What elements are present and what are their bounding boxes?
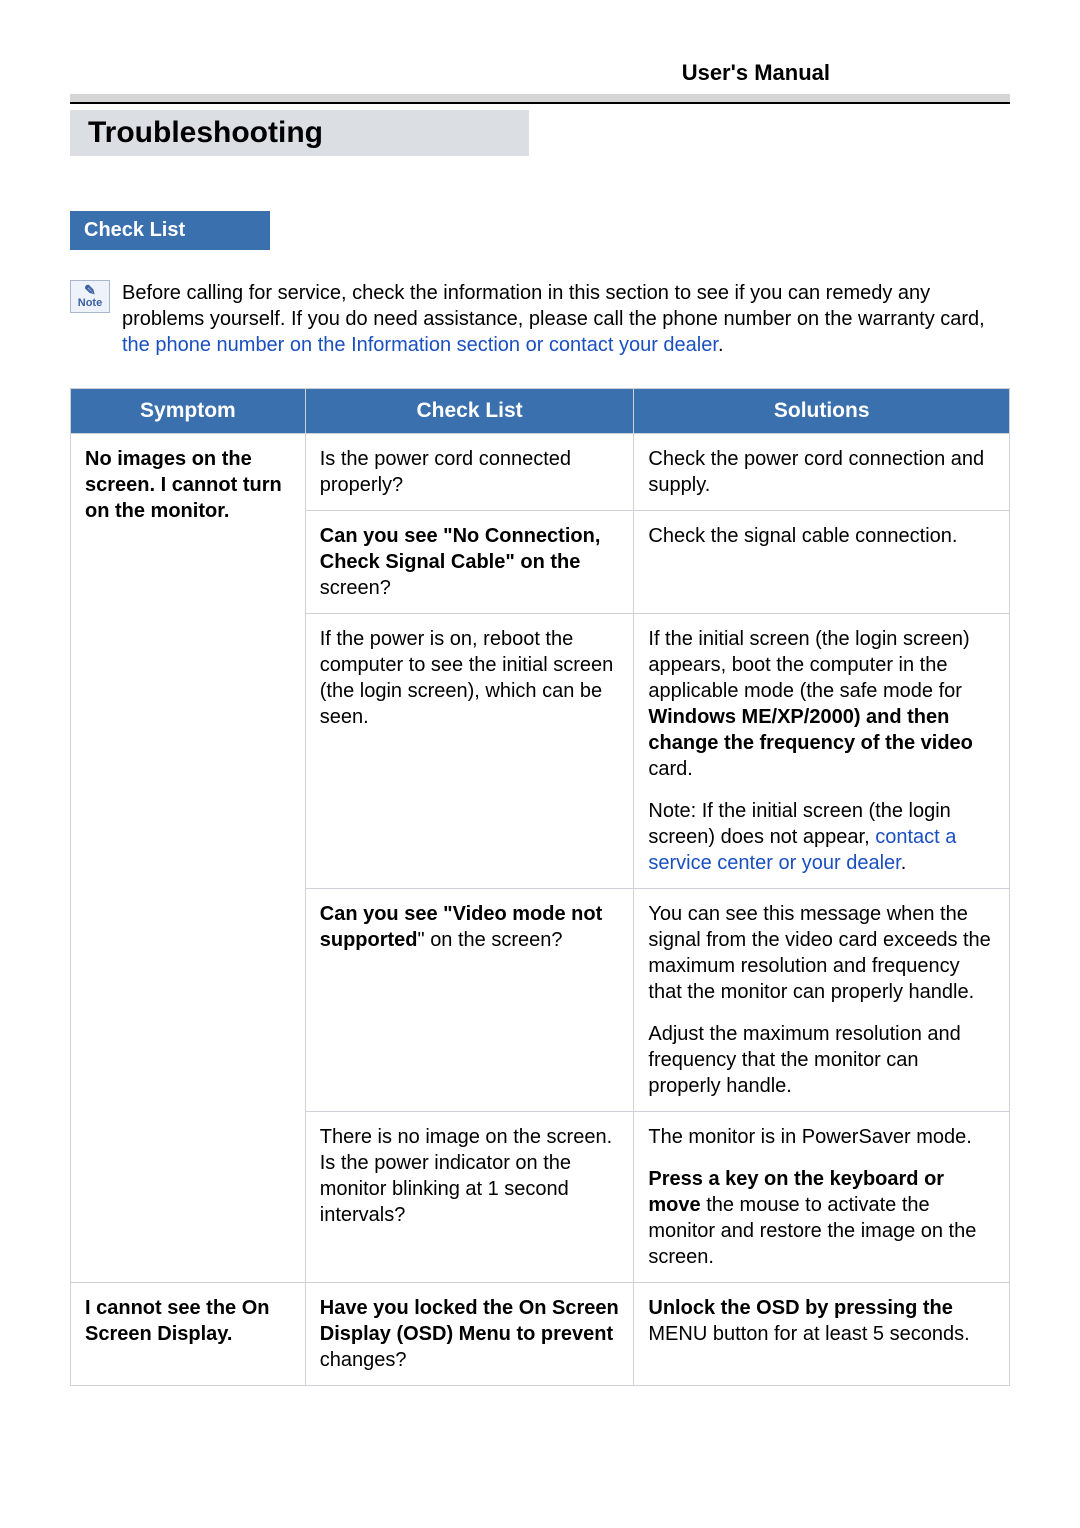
note-text-part1: Before calling for service, check the in… [122,282,985,330]
solution-cell: Check the power cord connection and supp… [634,434,1010,511]
section-title-bar: Troubleshooting [70,110,1010,156]
wand-icon: ✎ [71,283,109,297]
solution-cell: If the initial screen (the login screen)… [634,614,1010,889]
table-header-row: Symptom Check List Solutions [71,389,1010,434]
table-row: I cannot see the On Screen Display. Have… [71,1283,1010,1386]
note-text: Before calling for service, check the in… [122,280,1010,358]
manual-title: User's Manual [70,60,1010,86]
check-cell: Can you see "No Connection, Check Signal… [305,511,634,614]
note-link[interactable]: the phone number on the Information sect… [122,334,718,356]
subsection-tab: Check List [70,211,270,250]
symptom-cell: No images on the screen. I cannot turn o… [71,434,306,1283]
section-title: Troubleshooting [70,110,529,156]
header-solution: Solutions [634,389,1010,434]
note-icon-label: Note [71,297,109,310]
check-cell: If the power is on, reboot the computer … [305,614,634,889]
page-content: User's Manual Troubleshooting Check List… [0,0,1080,1426]
table-row: No images on the screen. I cannot turn o… [71,434,1010,511]
solution-cell: The monitor is in PowerSaver mode. Press… [634,1112,1010,1283]
symptom-cell: I cannot see the On Screen Display. [71,1283,306,1386]
check-cell: Is the power cord connected properly? [305,434,634,511]
top-rule [70,94,1010,104]
solution-cell: You can see this message when the signal… [634,889,1010,1112]
solution-cell: Unlock the OSD by pressing the MENU butt… [634,1283,1010,1386]
header-symptom: Symptom [71,389,306,434]
troubleshooting-table: Symptom Check List Solutions No images o… [70,388,1010,1386]
header-check: Check List [305,389,634,434]
note-icon: ✎ Note [70,280,110,313]
note-block: ✎ Note Before calling for service, check… [70,280,1010,358]
check-cell: Can you see "Video mode not supported" o… [305,889,634,1112]
solution-note: Note: If the initial screen (the login s… [648,798,995,876]
subsection-row: Check List [70,211,1010,250]
check-cell: There is no image on the screen. Is the … [305,1112,634,1283]
note-text-part2: . [718,334,724,356]
solution-cell: Check the signal cable connection. [634,511,1010,614]
check-cell: Have you locked the On Screen Display (O… [305,1283,634,1386]
